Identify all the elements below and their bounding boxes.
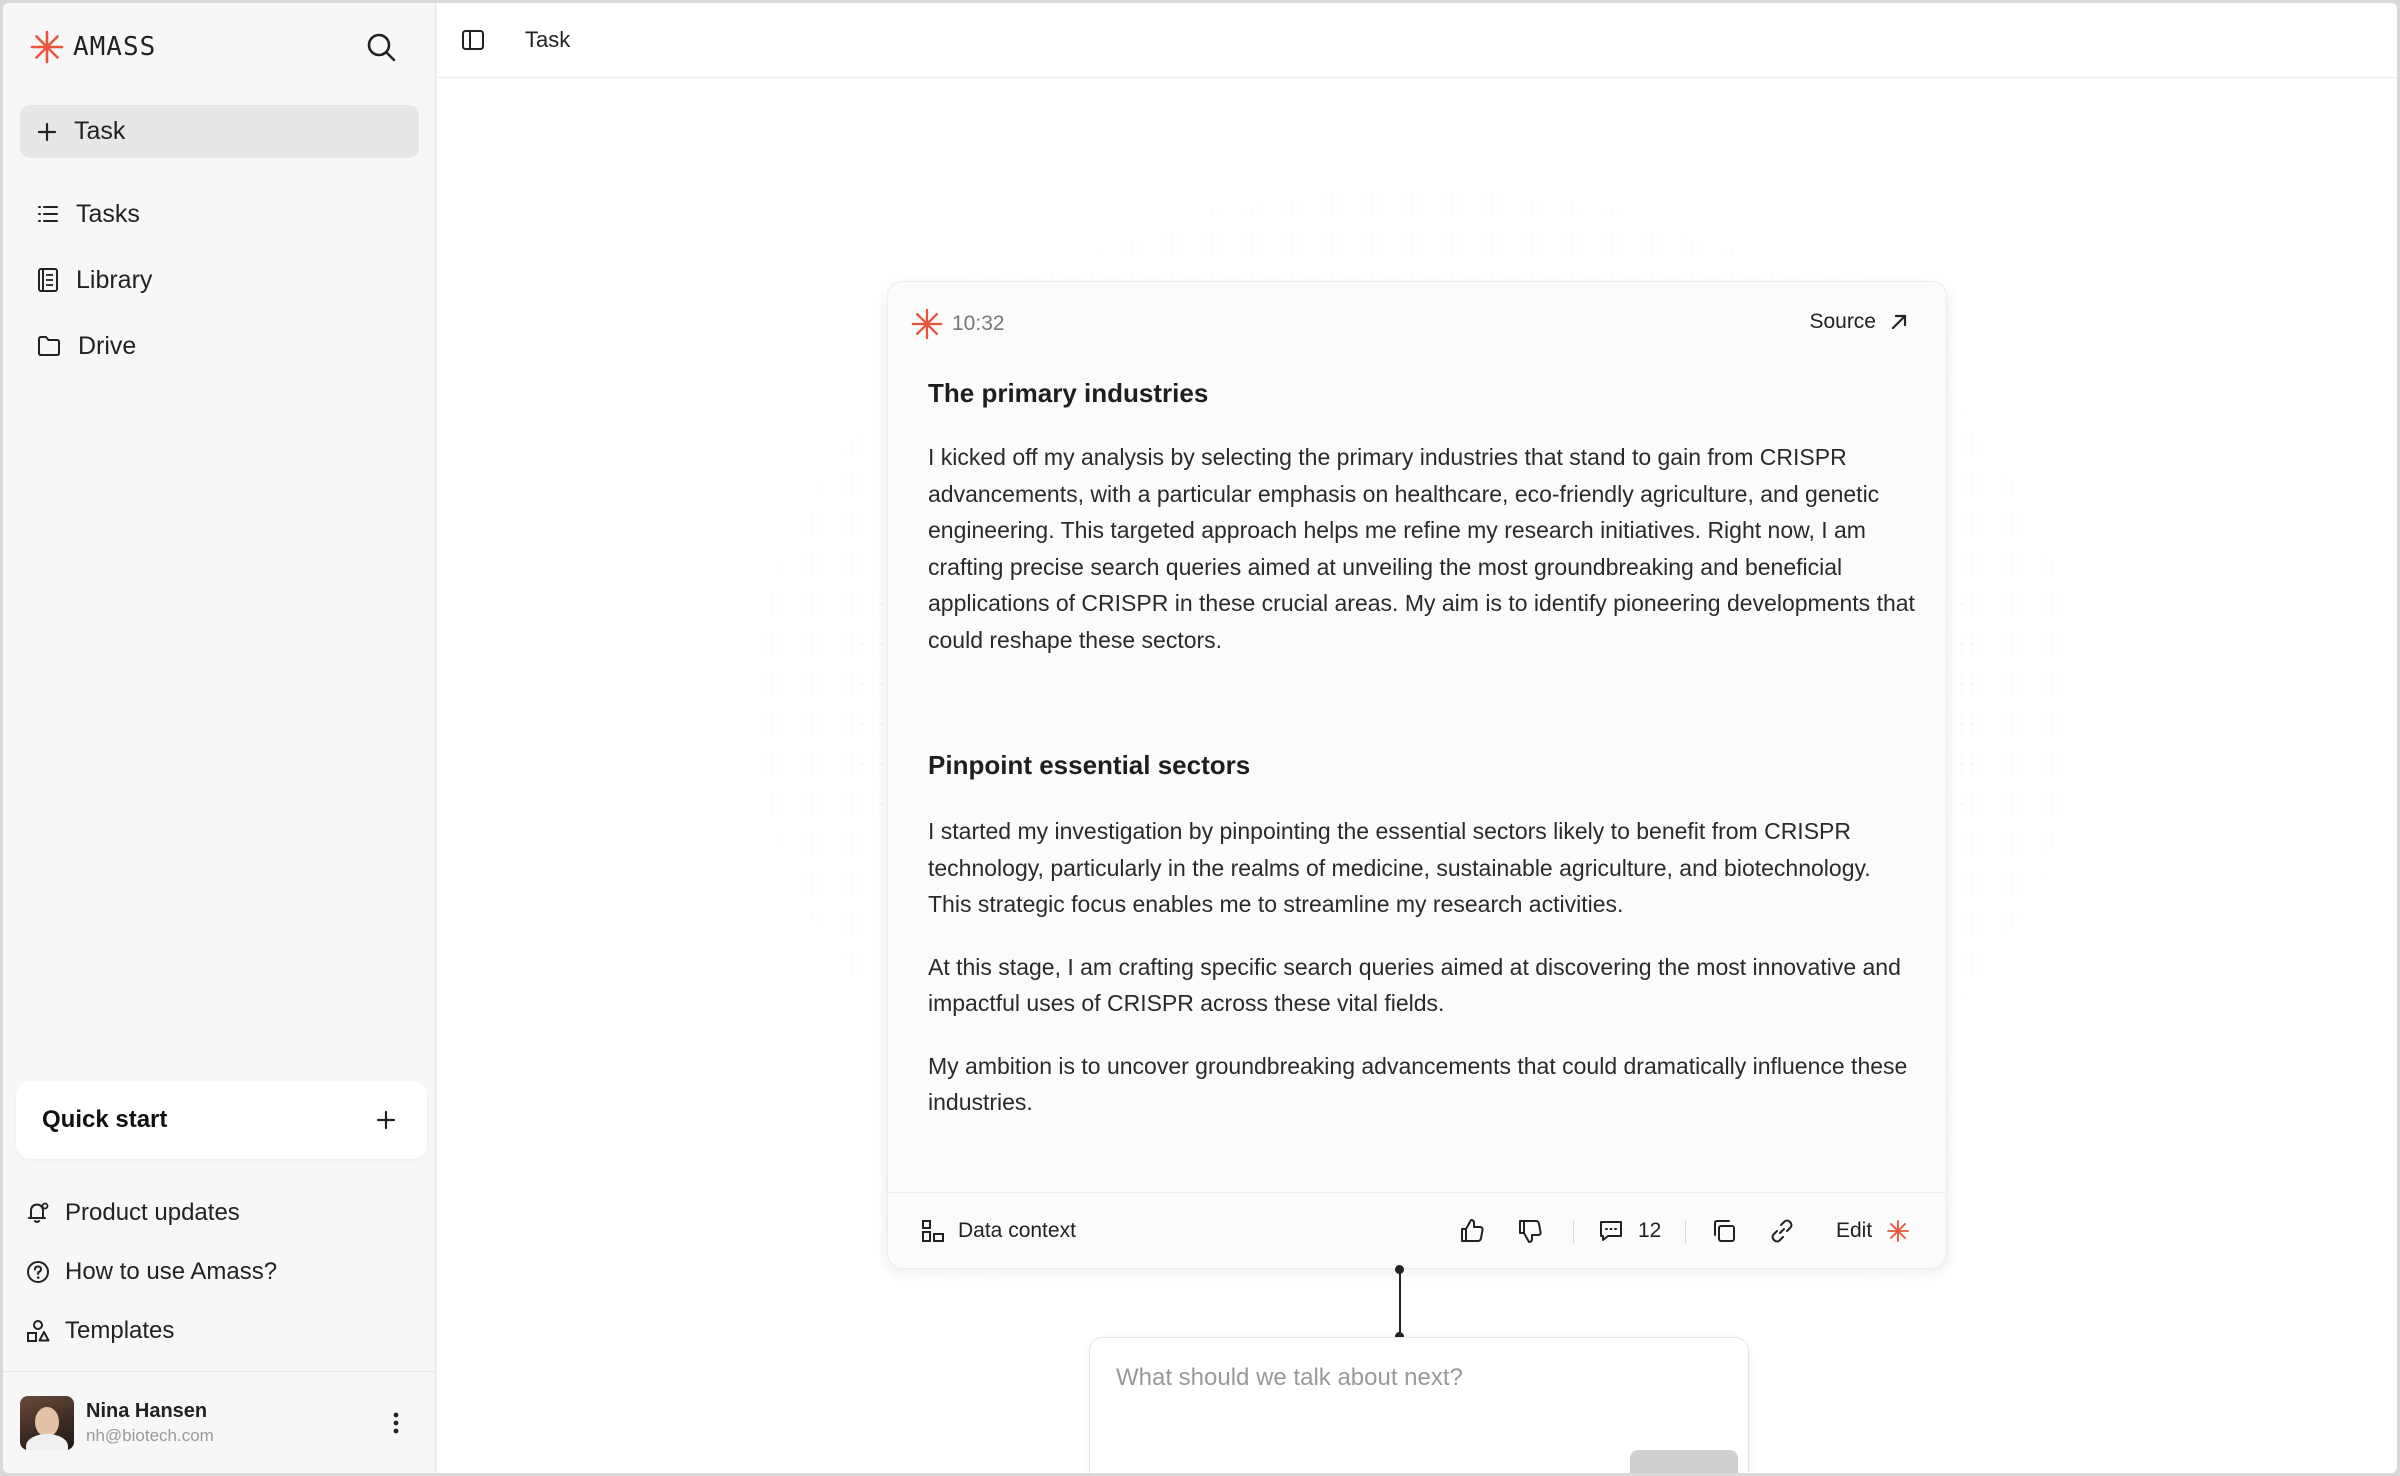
sidebar: AMASS Task Tasks Library Drive Quick sta… [3,3,436,1473]
sidebar-item-library[interactable]: Library [20,255,419,305]
data-context-icon [922,1220,944,1242]
brand-name: AMASS [73,32,157,62]
thumbs-up-icon [1461,1219,1484,1242]
new-task-button[interactable]: Task [20,105,419,158]
card-timestamp: 10:32 [952,312,1005,335]
connector-line [1399,1269,1401,1337]
amass-star-icon [1887,1220,1910,1242]
amass-star-icon [911,308,943,340]
copy-icon [1714,1220,1735,1242]
footer-divider [1573,1221,1574,1243]
user-email: nh@biotech.com [86,1425,214,1445]
thumbs-up-button[interactable] [1458,1211,1486,1251]
folder-icon [38,336,60,356]
card-body: The primary industries I kicked off my a… [928,378,1918,1121]
thumbs-down-icon [1519,1220,1542,1243]
comment-icon [1600,1221,1622,1241]
top-bar: Task [437,3,2397,78]
comments-button[interactable]: 12 [1598,1211,1661,1251]
new-task-label: Task [74,117,126,145]
sidebar-item-tasks[interactable]: Tasks [20,189,419,239]
section-paragraph: At this stage, I am crafting specific se… [928,953,1901,1017]
product-updates-label: Product updates [65,1199,240,1226]
main-area: Task 10:32 Source The primary industries… [437,3,2397,1473]
copy-link-button[interactable] [1768,1211,1796,1251]
brand-logo[interactable]: AMASS [29,29,156,65]
help-circle-icon [27,1261,49,1283]
search-button[interactable] [363,29,399,65]
arrow-up-right-icon [1891,314,1907,330]
book-icon [38,268,58,292]
sidebar-item-label: Library [76,265,153,294]
edit-button[interactable]: Edit [1836,1211,1910,1251]
copy-button[interactable] [1710,1211,1738,1251]
section-paragraph: I kicked off my analysis by selecting th… [928,444,1915,653]
plus-icon [376,1110,396,1130]
user-name: Nina Hansen [86,1399,208,1422]
edit-label: Edit [1836,1219,1873,1242]
sidebar-item-drive[interactable]: Drive [20,321,419,371]
templates-label: Templates [65,1317,175,1344]
app-window: AMASS Task Tasks Library Drive Quick sta… [3,3,2397,1473]
link-icon [1771,1219,1793,1243]
search-icon [367,33,396,62]
sidebar-item-label: Tasks [76,199,140,228]
amass-star-icon [30,30,64,64]
more-vertical-icon [393,1412,399,1434]
data-context-label: Data context [958,1219,1076,1242]
section-paragraph: I started my investigation by pinpointin… [928,818,1871,918]
source-link[interactable]: Source [1809,310,1908,334]
sidebar-item-label: Drive [78,331,137,360]
list-icon [38,206,58,222]
breadcrumb: Task [525,27,571,52]
shapes-icon [27,1320,50,1342]
data-context-button[interactable]: Data context [920,1211,1076,1251]
comment-count: 12 [1638,1219,1662,1242]
section-title: The primary industries [928,378,1209,408]
templates-link[interactable]: Templates [25,1311,174,1351]
avatar[interactable] [20,1395,74,1450]
user-info: Nina Hansen nh@biotech.com [86,1400,214,1446]
sidebar-panel-icon [462,30,484,50]
card-header: 10:32 [910,306,1005,342]
product-updates-link[interactable]: Product updates [25,1193,240,1233]
card-footer: Data context 12 Edit [888,1192,1946,1270]
section-title: Pinpoint essential sectors [928,750,1251,781]
quick-start-add-button[interactable] [371,1105,401,1135]
how-to-use-label: How to use Amass? [65,1258,278,1285]
plus-icon [37,122,57,141]
section-paragraph: My ambition is to uncover groundbreaking… [928,1052,1908,1116]
user-profile[interactable]: Nina Hansen nh@biotech.com [3,1371,436,1473]
user-menu-button[interactable] [386,1408,406,1438]
quick-start-label: Quick start [42,1106,168,1133]
task-result-card: 10:32 Source The primary industries I ki… [887,281,1947,1269]
how-to-use-link[interactable]: How to use Amass? [25,1252,277,1292]
chat-input[interactable] [1116,1358,1716,1398]
thumbs-down-button[interactable] [1516,1211,1544,1251]
source-label: Source [1809,310,1876,333]
send-button[interactable] [1630,1450,1738,1473]
sidebar-toggle-button[interactable] [457,24,489,56]
bell-icon [28,1202,49,1223]
chat-composer [1089,1337,1749,1473]
quick-start-panel[interactable]: Quick start [16,1081,427,1159]
footer-divider [1685,1221,1686,1243]
